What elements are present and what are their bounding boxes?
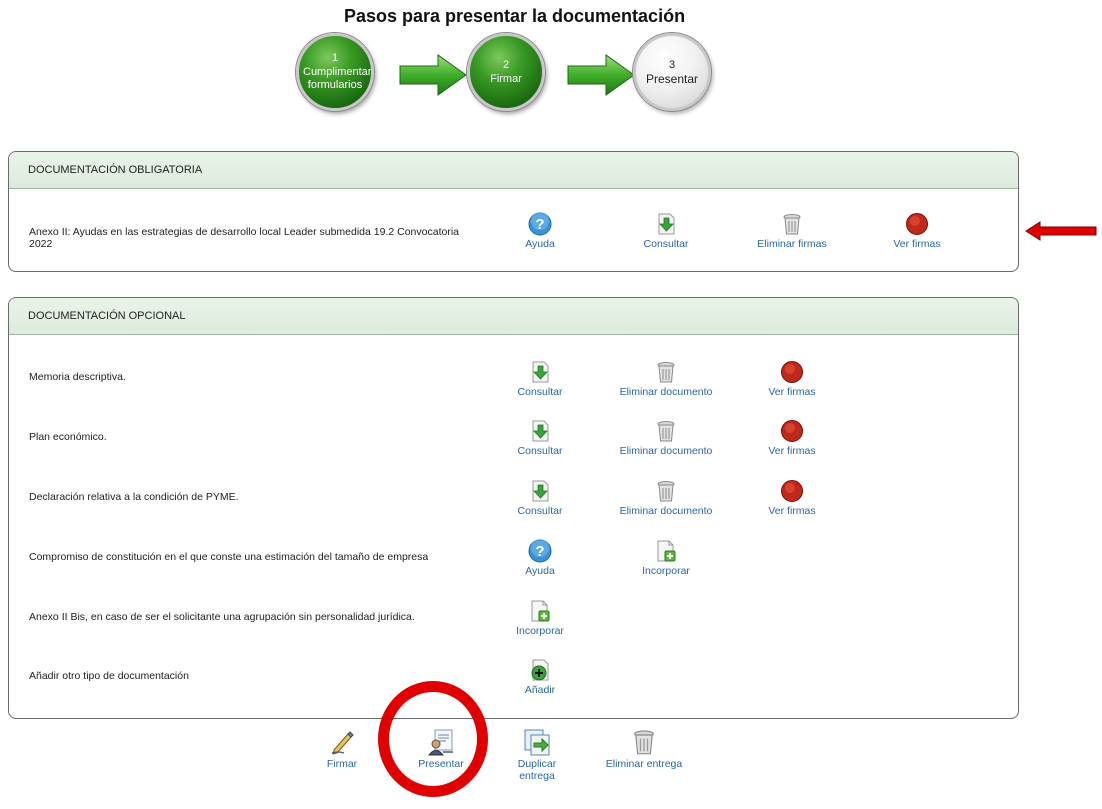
incorporate-button[interactable]: Incorporar: [606, 539, 726, 577]
optional-row-label: Plan económico.: [29, 431, 107, 443]
delete-document-label: Eliminar documento: [619, 386, 713, 398]
step-1-label: Cumplimentar formularios: [303, 66, 372, 91]
view-signatures-label: Ver firmas: [768, 445, 816, 457]
step-arrow-icon: [566, 52, 636, 98]
seal-icon: [780, 479, 804, 503]
incorporate-button[interactable]: Incorporar: [480, 599, 600, 637]
download-icon: [528, 360, 552, 384]
help-button[interactable]: Ayuda: [480, 212, 600, 250]
mandatory-panel-header: DOCUMENTACIÓN OBLIGATORIA: [9, 152, 1018, 189]
trash-icon: [654, 419, 678, 443]
seal-icon: [905, 212, 929, 236]
download-icon: [528, 479, 552, 503]
add-document-icon: [528, 599, 552, 623]
help-icon: [528, 539, 552, 563]
view-signatures-button[interactable]: Ver firmas: [857, 212, 977, 250]
view-signatures-label: Ver firmas: [893, 238, 941, 250]
delete-document-label: Eliminar documento: [619, 505, 713, 517]
optional-row-label: Añadir otro tipo de documentación: [29, 670, 189, 682]
annotation-arrow-icon: [1025, 221, 1097, 241]
consult-label: Consultar: [643, 238, 689, 250]
view-signatures-button[interactable]: Ver firmas: [732, 360, 852, 398]
consult-button[interactable]: Consultar: [606, 212, 726, 250]
download-icon: [654, 212, 678, 236]
trash-icon: [654, 479, 678, 503]
add-document-icon: [654, 539, 678, 563]
help-button[interactable]: Ayuda: [480, 539, 600, 577]
step-3-number: 3: [668, 58, 676, 71]
step-2-circle: 2 Firmar: [467, 33, 545, 111]
download-icon: [528, 419, 552, 443]
step-1-circle: 1 Cumplimentar formularios: [296, 33, 374, 111]
add-button[interactable]: Añadir: [480, 658, 600, 696]
optional-row-label: Memoria descriptiva.: [29, 371, 126, 383]
delete-delivery-button[interactable]: Eliminar entrega: [604, 728, 684, 770]
view-signatures-button[interactable]: Ver firmas: [732, 479, 852, 517]
delete-document-label: Eliminar documento: [619, 445, 713, 457]
pen-icon: [331, 731, 354, 755]
consult-button[interactable]: Consultar: [480, 360, 600, 398]
step-2-number: 2: [502, 58, 510, 71]
optional-row-label: Declaración relativa a la condición de P…: [29, 491, 239, 503]
delete-delivery-label: Eliminar entrega: [605, 758, 683, 770]
duplicate-delivery-label: Duplicar entrega: [517, 758, 557, 782]
step-3-circle: 3 Presentar: [633, 33, 711, 111]
step-arrow-icon: [398, 52, 468, 98]
sign-button[interactable]: Firmar: [302, 728, 382, 770]
consult-button[interactable]: Consultar: [480, 419, 600, 457]
optional-row-label: Compromiso de constitución en el que con…: [29, 551, 429, 563]
help-label: Ayuda: [525, 238, 555, 250]
consult-label: Consultar: [517, 445, 563, 457]
delete-document-button[interactable]: Eliminar documento: [606, 419, 726, 457]
incorporate-label: Incorporar: [516, 625, 564, 637]
incorporate-label: Incorporar: [642, 565, 690, 577]
step-3-label: Presentar: [645, 71, 699, 86]
view-signatures-label: Ver firmas: [768, 505, 816, 517]
delete-signatures-button[interactable]: Eliminar firmas: [732, 212, 852, 250]
consult-label: Consultar: [517, 386, 563, 398]
seal-icon: [780, 360, 804, 384]
help-icon: [528, 212, 552, 236]
duplicate-icon: [524, 729, 550, 756]
seal-icon: [780, 419, 804, 443]
sign-label: Firmar: [326, 758, 358, 770]
trash-icon: [780, 212, 804, 236]
annotation-circle: [378, 681, 488, 797]
delete-signatures-label: Eliminar firmas: [757, 238, 827, 250]
view-signatures-label: Ver firmas: [768, 386, 816, 398]
view-signatures-button[interactable]: Ver firmas: [732, 419, 852, 457]
trash-icon: [654, 360, 678, 384]
delete-document-button[interactable]: Eliminar documento: [606, 360, 726, 398]
consult-button[interactable]: Consultar: [480, 479, 600, 517]
duplicate-delivery-button[interactable]: Duplicar entrega: [497, 728, 577, 782]
trash-icon: [630, 728, 658, 756]
optional-row-label: Anexo II Bis, en caso de ser el solicita…: [29, 611, 415, 623]
add-icon: [528, 658, 552, 682]
add-label: Añadir: [524, 684, 556, 696]
help-label: Ayuda: [525, 565, 555, 577]
step-1-number: 1: [331, 52, 339, 64]
mandatory-document-label: Anexo II: Ayudas en las estrategias de d…: [29, 226, 459, 250]
delete-document-button[interactable]: Eliminar documento: [606, 479, 726, 517]
consult-label: Consultar: [517, 505, 563, 517]
optional-panel-header: DOCUMENTACIÓN OPCIONAL: [9, 298, 1018, 335]
page-title: Pasos para presentar la documentación: [343, 6, 686, 26]
step-2-label: Firmar: [490, 72, 522, 85]
